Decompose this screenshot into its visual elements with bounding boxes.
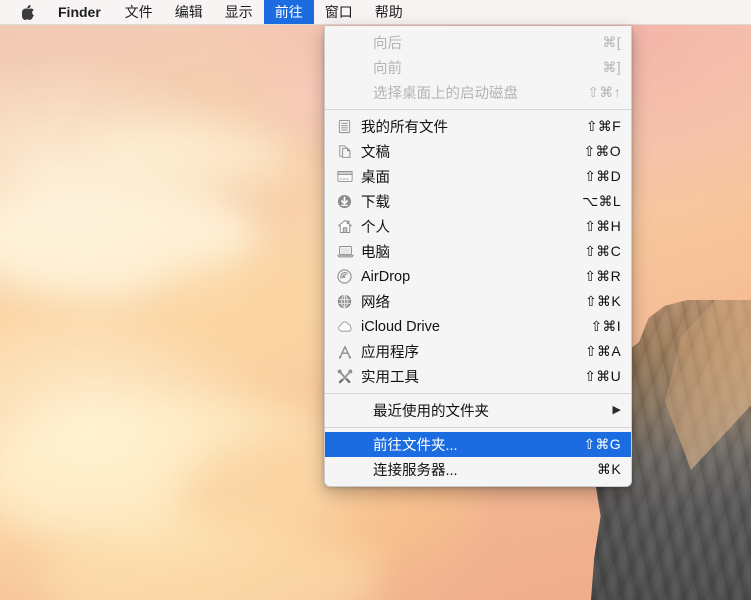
menubar-item-edit[interactable]: 编辑 xyxy=(164,0,214,24)
menu-item-label: 电脑 xyxy=(361,245,390,261)
menu-item-shortcut: ⇧⌘D xyxy=(584,168,621,184)
menu-item-label: 选择桌面上的启动磁盘 xyxy=(373,86,518,102)
apple-logo-icon xyxy=(22,4,35,20)
go-menu-dropdown: 向后 ⌘[ 向前 ⌘] 选择桌面上的启动磁盘 ⇧⌘↑ 我的所有文件 ⇧⌘F 文稿… xyxy=(324,26,632,487)
menu-item-label: 向后 xyxy=(373,36,402,52)
menu-item-label: 文稿 xyxy=(361,145,390,161)
menu-separator xyxy=(325,109,631,110)
menubar-item-help[interactable]: 帮助 xyxy=(364,0,414,24)
menu-item-back[interactable]: 向后 ⌘[ xyxy=(325,30,631,55)
menu-item-icloud-drive[interactable]: iCloud Drive ⇧⌘I xyxy=(325,314,631,339)
menu-item-label: 实用工具 xyxy=(361,370,419,386)
menu-item-shortcut: ⇧⌘H xyxy=(584,218,621,234)
icloud-drive-icon xyxy=(337,319,359,335)
menu-item-shortcut: ⇧⌘F xyxy=(585,118,621,134)
menu-item-label: 桌面 xyxy=(361,170,390,186)
menu-item-label: 个人 xyxy=(361,220,390,236)
menu-item-label: 下载 xyxy=(361,195,390,211)
desktop-screen: Finder 文件 编辑 显示 前往 窗口 帮助 向后 ⌘[ 向前 ⌘] 选择桌… xyxy=(0,0,751,600)
menu-item-shortcut: ⇧⌘O xyxy=(583,143,621,159)
menu-item-shortcut: ⇧⌘K xyxy=(585,293,621,309)
applications-icon xyxy=(337,344,359,360)
utilities-icon xyxy=(337,369,359,385)
menu-item-label: AirDrop xyxy=(361,268,411,285)
menu-item-shortcut: ⌥⌘L xyxy=(582,193,621,209)
menu-item-shortcut: ⇧⌘U xyxy=(584,368,621,384)
computer-icon xyxy=(337,244,359,260)
menu-item-documents[interactable]: 文稿 ⇧⌘O xyxy=(325,139,631,164)
menu-item-shortcut: ⇧⌘A xyxy=(585,343,621,359)
menu-item-home[interactable]: 个人 ⇧⌘H xyxy=(325,214,631,239)
menu-item-label: 连接服务器... xyxy=(373,463,458,479)
menu-item-shortcut: ⇧⌘I xyxy=(590,318,621,334)
menu-item-forward[interactable]: 向前 ⌘] xyxy=(325,55,631,80)
menu-item-airdrop[interactable]: AirDrop ⇧⌘R xyxy=(325,264,631,289)
menu-item-label: 应用程序 xyxy=(361,345,419,361)
cloud-wisp xyxy=(90,120,290,190)
menu-item-computer[interactable]: 电脑 ⇧⌘C xyxy=(325,239,631,264)
menu-item-label: 网络 xyxy=(361,295,390,311)
menu-item-shortcut: ⇧⌘R xyxy=(584,268,621,284)
menu-item-desktop[interactable]: 桌面 ⇧⌘D xyxy=(325,164,631,189)
menubar-item-label: Finder xyxy=(58,4,101,20)
menu-item-recent-folders[interactable]: 最近使用的文件夹 ▶ xyxy=(325,398,631,423)
menubar-item-go[interactable]: 前往 xyxy=(263,0,314,24)
menu-item-label: 最近使用的文件夹 xyxy=(373,404,489,420)
menu-item-label: 前往文件夹... xyxy=(373,438,458,454)
menu-item-select-startup-disk[interactable]: 选择桌面上的启动磁盘 ⇧⌘↑ xyxy=(325,80,631,105)
menu-item-downloads[interactable]: 下载 ⌥⌘L xyxy=(325,189,631,214)
menu-separator xyxy=(325,393,631,394)
menu-item-label: 向前 xyxy=(373,61,402,77)
menubar-item-view[interactable]: 显示 xyxy=(214,0,264,24)
menu-item-shortcut: ⌘K xyxy=(597,461,621,477)
menubar-item-window[interactable]: 窗口 xyxy=(314,0,364,24)
menu-item-shortcut: ⇧⌘G xyxy=(583,436,621,452)
cloud-wisp xyxy=(40,520,380,600)
menu-item-label: iCloud Drive xyxy=(361,318,440,335)
cloud-wisp xyxy=(0,180,260,300)
menu-bar: Finder 文件 编辑 显示 前往 窗口 帮助 xyxy=(0,0,751,25)
menu-separator xyxy=(325,427,631,428)
menubar-item-file[interactable]: 文件 xyxy=(114,0,164,24)
menu-item-shortcut: ⌘[ xyxy=(602,34,621,50)
menubar-item-label: 文件 xyxy=(124,4,153,20)
desktop-icon xyxy=(337,169,359,185)
chevron-right-icon: ▶ xyxy=(612,404,621,416)
menu-item-connect-to-server[interactable]: 连接服务器... ⌘K xyxy=(325,457,631,482)
menubar-item-finder[interactable]: Finder xyxy=(45,0,114,24)
home-icon xyxy=(337,219,359,235)
menu-item-applications[interactable]: 应用程序 ⇧⌘A xyxy=(325,339,631,364)
menubar-item-label: 窗口 xyxy=(324,4,353,20)
menubar-item-label: 编辑 xyxy=(174,4,203,20)
menu-item-network[interactable]: 网络 ⇧⌘K xyxy=(325,289,631,314)
menu-item-shortcut: ⌘] xyxy=(602,59,621,75)
menu-item-utilities[interactable]: 实用工具 ⇧⌘U xyxy=(325,364,631,389)
menu-item-go-to-folder[interactable]: 前往文件夹... ⇧⌘G xyxy=(325,432,631,457)
apple-menu[interactable] xyxy=(0,0,45,24)
cloud-wisp xyxy=(0,400,360,550)
downloads-icon xyxy=(337,194,359,210)
documents-icon xyxy=(337,144,359,160)
network-globe-icon xyxy=(337,294,359,310)
menubar-item-label: 帮助 xyxy=(374,4,403,20)
menubar-item-label: 前往 xyxy=(274,4,303,20)
airdrop-icon xyxy=(337,269,359,285)
menu-item-all-my-files[interactable]: 我的所有文件 ⇧⌘F xyxy=(325,114,631,139)
all-my-files-icon xyxy=(337,119,359,135)
menu-item-shortcut: ⇧⌘↑ xyxy=(587,84,621,100)
menubar-item-label: 显示 xyxy=(224,4,253,20)
menu-item-shortcut: ⇧⌘C xyxy=(584,243,621,259)
menu-item-label: 我的所有文件 xyxy=(361,120,448,136)
